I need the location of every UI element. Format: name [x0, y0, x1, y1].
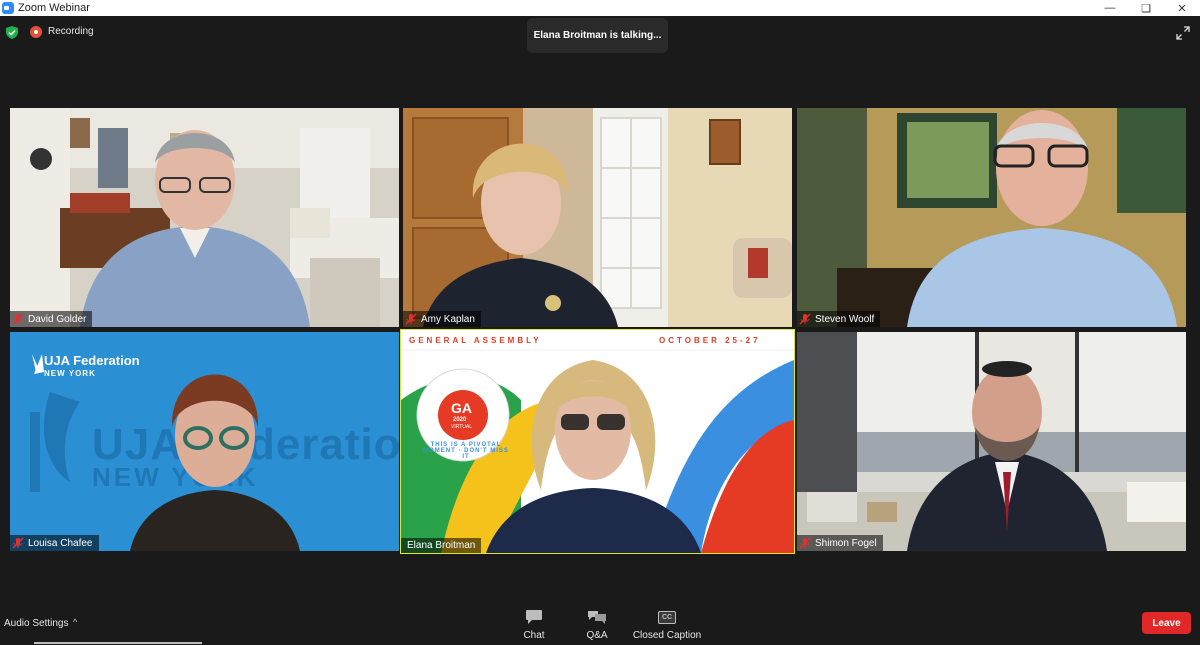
participant-video	[486, 360, 701, 553]
chat-label: Chat	[523, 630, 545, 641]
muted-mic-icon	[799, 537, 811, 549]
active-speaker-banner: Elana Broitman is talking...	[527, 18, 668, 53]
participant-name-tag: Steven Woolf	[797, 311, 881, 327]
meeting-controls: Audio Settings ^ Chat Q&A CC Closed Capt…	[0, 600, 1200, 645]
maximize-button[interactable]: ❏	[1128, 0, 1164, 16]
closed-caption-label: Closed Caption	[632, 630, 702, 641]
muted-mic-icon	[12, 313, 24, 325]
muted-mic-icon	[799, 313, 811, 325]
close-button[interactable]: ✕	[1164, 0, 1200, 16]
video-tile-amy-kaplan[interactable]: Amy Kaplan	[403, 108, 792, 327]
audio-settings-button[interactable]: Audio Settings	[4, 618, 69, 629]
qa-button[interactable]: Q&A	[580, 608, 614, 641]
window-titlebar: Zoom Webinar — ❏ ✕	[0, 0, 1200, 16]
participant-video	[797, 108, 1186, 327]
participant-video	[797, 332, 1186, 551]
muted-mic-icon	[405, 313, 417, 325]
meeting-topbar: Recording Elana Broitman is talking...	[0, 16, 1200, 53]
recording-label: Recording	[48, 26, 94, 37]
qa-label: Q&A	[586, 630, 608, 641]
chat-icon	[526, 610, 542, 624]
video-tile-david-golder[interactable]: David Golder	[10, 108, 399, 327]
closed-caption-icon: CC	[658, 610, 676, 624]
participant-name-tag: Elana Broitman	[401, 538, 482, 553]
video-tile-louisa-chafee[interactable]: UJA Federation NEW YORK UJA Federation N…	[10, 332, 399, 551]
muted-mic-icon	[12, 537, 24, 549]
chevron-up-icon[interactable]: ^	[73, 617, 77, 627]
video-tile-elana-broitman[interactable]: GENERAL ASSEMBLY OCTOBER 25-27 GA 2020 V…	[400, 329, 795, 554]
zoom-app-icon	[2, 2, 14, 14]
window-title: Zoom Webinar	[18, 2, 90, 14]
participant-name: Louisa Chafee	[28, 537, 93, 549]
fullscreen-icon[interactable]	[1176, 26, 1190, 40]
chat-button[interactable]: Chat	[516, 608, 552, 641]
shield-icon[interactable]	[6, 26, 18, 39]
audio-settings-underline	[34, 642, 202, 644]
video-tile-shimon-fogel[interactable]: Shimon Fogel	[797, 332, 1186, 551]
participant-name: David Golder	[28, 313, 87, 325]
participant-name: Amy Kaplan	[421, 313, 475, 325]
participant-name-tag: Amy Kaplan	[403, 311, 481, 327]
qa-icon	[588, 611, 606, 624]
participant-video	[403, 108, 792, 327]
participant-name: Shimon Fogel	[815, 537, 877, 549]
minimize-button[interactable]: —	[1092, 0, 1128, 16]
video-tile-steven-woolf[interactable]: Steven Woolf	[797, 108, 1186, 327]
closed-caption-button[interactable]: CC Closed Caption	[630, 608, 704, 641]
participant-name: Steven Woolf	[815, 313, 875, 325]
leave-button[interactable]: Leave	[1142, 612, 1191, 634]
participant-video	[10, 108, 399, 327]
recording-icon	[30, 26, 42, 38]
participant-name-tag: Shimon Fogel	[797, 535, 883, 551]
participant-name: Elana Broitman	[407, 540, 476, 551]
participant-name-tag: David Golder	[10, 311, 93, 327]
participant-video	[130, 374, 300, 551]
participant-name-tag: Louisa Chafee	[10, 535, 99, 551]
